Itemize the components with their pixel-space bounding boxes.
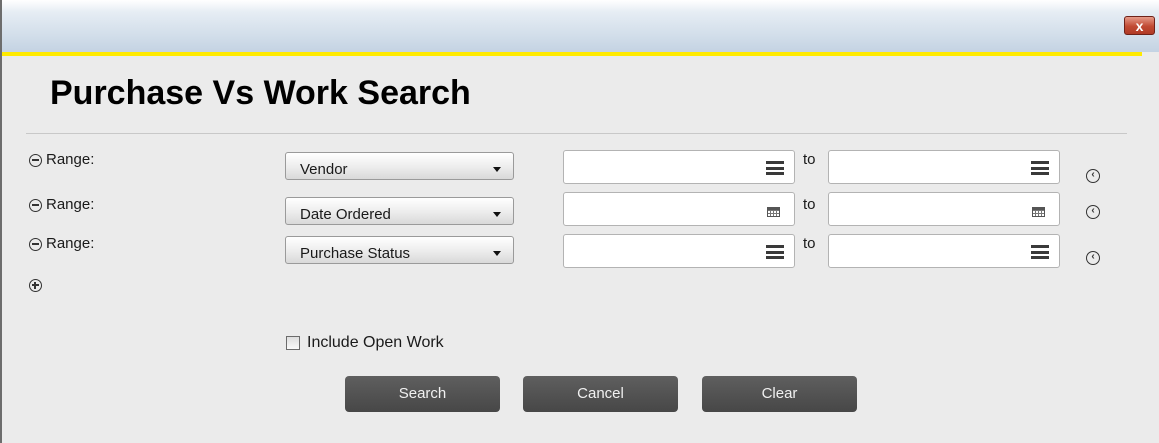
range-field-select[interactable]: Purchase Status: [285, 236, 514, 264]
range-label: Range:: [46, 196, 95, 213]
remove-range-icon[interactable]: [29, 238, 42, 251]
include-open-work-label[interactable]: Include Open Work: [307, 334, 444, 352]
list-picker-icon[interactable]: [766, 245, 784, 259]
range-from-input[interactable]: [563, 234, 795, 268]
chevron-left-icon[interactable]: ‹: [1086, 205, 1100, 219]
dialog-window: x Purchase Vs Work Search Range: Vendor …: [0, 0, 1159, 443]
range-label: Range:: [46, 235, 95, 252]
range-field-select[interactable]: Vendor: [285, 152, 514, 180]
search-button[interactable]: Search: [345, 376, 500, 412]
page-title: Purchase Vs Work Search: [50, 74, 471, 112]
list-picker-icon[interactable]: [1031, 245, 1049, 259]
remove-range-icon[interactable]: [29, 154, 42, 167]
to-label: to: [803, 151, 816, 168]
chevron-down-icon: [493, 212, 501, 217]
chevron-left-icon[interactable]: ‹: [1086, 251, 1100, 265]
chevron-down-icon: [493, 251, 501, 256]
chevron-left-icon[interactable]: ‹: [1086, 169, 1100, 183]
range-to-input[interactable]: [828, 234, 1060, 268]
select-value: Date Ordered: [300, 206, 391, 223]
list-picker-icon[interactable]: [766, 161, 784, 175]
range-to-input[interactable]: [828, 192, 1060, 226]
to-label: to: [803, 235, 816, 252]
range-to-input[interactable]: [828, 150, 1060, 184]
title-separator: [26, 133, 1127, 134]
cancel-button[interactable]: Cancel: [523, 376, 678, 412]
range-label: Range:: [46, 151, 95, 168]
calendar-icon[interactable]: [1032, 207, 1045, 217]
add-range-icon[interactable]: [29, 279, 42, 292]
chevron-down-icon: [493, 167, 501, 172]
accent-line: [2, 52, 1142, 56]
include-open-work-checkbox[interactable]: [286, 336, 300, 350]
title-bar[interactable]: x: [2, 0, 1159, 52]
remove-range-icon[interactable]: [29, 199, 42, 212]
select-value: Vendor: [300, 161, 348, 178]
clear-button[interactable]: Clear: [702, 376, 857, 412]
range-from-input[interactable]: [563, 192, 795, 226]
close-icon: x: [1135, 17, 1144, 34]
to-label: to: [803, 196, 816, 213]
range-from-input[interactable]: [563, 150, 795, 184]
range-field-select[interactable]: Date Ordered: [285, 197, 514, 225]
close-button[interactable]: x: [1124, 16, 1155, 35]
calendar-icon[interactable]: [767, 207, 780, 217]
list-picker-icon[interactable]: [1031, 161, 1049, 175]
select-value: Purchase Status: [300, 245, 411, 262]
